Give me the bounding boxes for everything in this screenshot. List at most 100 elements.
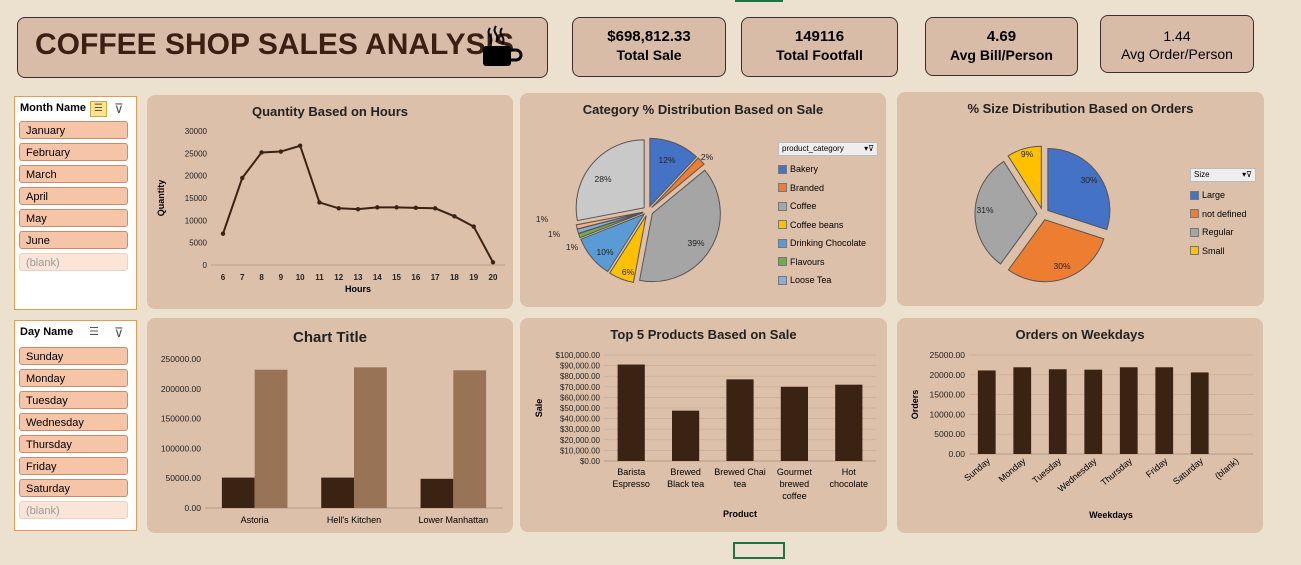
series-line — [222, 144, 494, 263]
kpi-label: Avg Order/Person — [1121, 46, 1233, 62]
legend-title: Size ▾⊽ — [1190, 168, 1256, 182]
x-tick-label: Thursday — [1099, 456, 1135, 488]
legend-swatch — [778, 220, 787, 230]
slicer-item-april[interactable]: April — [19, 187, 128, 205]
legend-swatch — [1190, 209, 1199, 219]
x-tick-label: 17 — [431, 273, 440, 282]
filter-icon[interactable]: ▾⊽ — [864, 143, 874, 155]
slicer-title: Day Name — [20, 326, 74, 338]
x-tick-label: Gourmet — [777, 467, 813, 477]
slicer-item-saturday[interactable]: Saturday — [19, 479, 128, 497]
x-tick-label: Barista — [617, 467, 645, 477]
x-tick-label: 9 — [279, 273, 284, 282]
y-tick-label: $100,000.00 — [556, 351, 601, 360]
slice-label: 2% — [701, 152, 714, 162]
legend-swatch — [778, 275, 787, 285]
kpi-total-footfall: 149116 Total Footfall — [741, 17, 898, 77]
legend-item: Coffee — [778, 197, 878, 216]
chart-legend[interactable]: product_category ▾⊽ Bakery Branded Coffee Co… — [778, 142, 878, 290]
x-tick-label: Brewed — [670, 467, 701, 477]
x-tick-label: Astoria — [241, 515, 269, 525]
x-tick-label: Hell's Kitchen — [327, 515, 381, 525]
bar — [1048, 369, 1067, 454]
slicer-item-thursday[interactable]: Thursday — [19, 435, 128, 453]
selected-cell[interactable] — [733, 542, 785, 559]
x-tick-label: Brewed Chai — [714, 467, 766, 477]
slicer-item-february[interactable]: February — [19, 143, 128, 161]
slicer-item-blank[interactable]: (blank) — [19, 501, 128, 519]
slice-label: 9% — [1021, 149, 1034, 159]
kpi-value: 1.44 — [1163, 28, 1191, 44]
legend-item: Loose Tea — [778, 271, 878, 290]
x-tick-label: tea — [734, 479, 747, 489]
bar — [1155, 367, 1174, 454]
y-tick-label: $90,000.00 — [560, 362, 601, 371]
data-point — [297, 143, 303, 148]
data-point — [278, 149, 284, 154]
x-tick-label: Monday — [997, 456, 1028, 485]
legend-item: Bakery — [778, 160, 878, 179]
y-tick-label: 10000 — [185, 216, 208, 225]
kpi-label: Avg Bill/Person — [950, 47, 1053, 63]
month-slicer[interactable]: Month Name ☰ ⊽ January February March Ap… — [14, 96, 137, 310]
x-tick-label: 7 — [240, 273, 245, 282]
slicer-item-monday[interactable]: Monday — [19, 369, 128, 387]
x-tick-label: 12 — [334, 273, 343, 282]
legend-item: Large — [1190, 186, 1256, 205]
y-tick-label: $40,000.00 — [560, 415, 601, 424]
y-tick-label: 150000.00 — [161, 414, 201, 424]
slicer-item-sunday[interactable]: Sunday — [19, 347, 128, 365]
x-tick-label: 8 — [259, 273, 264, 282]
slicer-item-june[interactable]: June — [19, 231, 128, 249]
data-point — [375, 205, 380, 210]
legend-swatch — [1190, 190, 1199, 200]
x-tick-label: 11 — [315, 273, 324, 282]
clear-filter-icon[interactable]: ⊽ — [114, 101, 124, 117]
data-point — [471, 224, 476, 229]
x-tick-label: Espresso — [612, 479, 650, 489]
bar-chart: 0.00 50000.00 100000.00 150000.00 200000.00 2… — [161, 354, 503, 525]
slicer-item-march[interactable]: March — [19, 165, 128, 183]
data-point — [317, 200, 322, 205]
data-point — [336, 206, 341, 211]
kpi-avg-bill: 4.69 Avg Bill/Person — [925, 17, 1078, 76]
y-tick-label: $70,000.00 — [560, 383, 601, 392]
x-tick-label: Lower Manhattan — [419, 515, 489, 525]
x-tick-label: Friday — [1144, 456, 1170, 480]
page-title: COFFEE SHOP SALES ANALYSIS — [35, 28, 514, 61]
y-tick-label: 25000 — [185, 149, 208, 158]
kpi-avg-order: 1.44 Avg Order/Person — [1100, 15, 1254, 73]
x-tick-label: coffee — [782, 491, 806, 501]
filter-icon[interactable]: ▾⊽ — [1242, 169, 1252, 181]
y-tick-label: $30,000.00 — [560, 425, 601, 434]
legend-swatch — [1190, 246, 1199, 256]
slice-label: 28% — [594, 174, 611, 184]
multi-select-icon[interactable]: ☰ — [90, 101, 107, 117]
kpi-value: $698,812.33 — [607, 28, 691, 45]
legend-label: Drinking Chocolate — [790, 238, 867, 249]
slicer-item-wednesday[interactable]: Wednesday — [19, 413, 128, 431]
slicer-item-tuesday[interactable]: Tuesday — [19, 391, 128, 409]
legend-label: Large — [1202, 190, 1226, 201]
slicer-item-friday[interactable]: Friday — [19, 457, 128, 475]
column-header-marker — [735, 0, 783, 2]
multi-select-icon[interactable]: ☰ — [89, 325, 99, 338]
slicer-item-may[interactable]: May — [19, 209, 128, 227]
slice-label: 1% — [548, 229, 561, 239]
slicer-item-january[interactable]: January — [19, 121, 128, 139]
data-point — [240, 175, 245, 181]
pie-slice — [1047, 147, 1111, 231]
legend-swatch — [778, 201, 787, 211]
chart-legend[interactable]: Size ▾⊽ Large not defined Regular Small — [1190, 168, 1256, 260]
y-axis-label: Sale — [534, 399, 544, 418]
x-tick-label: 13 — [354, 273, 363, 282]
x-tick-label: Sunday — [962, 456, 992, 484]
slice-label: 31% — [976, 205, 993, 215]
kpi-value: 149116 — [794, 28, 845, 45]
data-point — [452, 214, 457, 219]
bar — [1190, 372, 1209, 454]
data-point — [394, 205, 399, 210]
clear-filter-icon[interactable]: ⊽ — [114, 325, 124, 341]
day-slicer[interactable]: Day Name ☰ ⊽ Sunday Monday Tuesday Wedne… — [14, 320, 137, 531]
slicer-item-blank[interactable]: (blank) — [19, 253, 128, 271]
